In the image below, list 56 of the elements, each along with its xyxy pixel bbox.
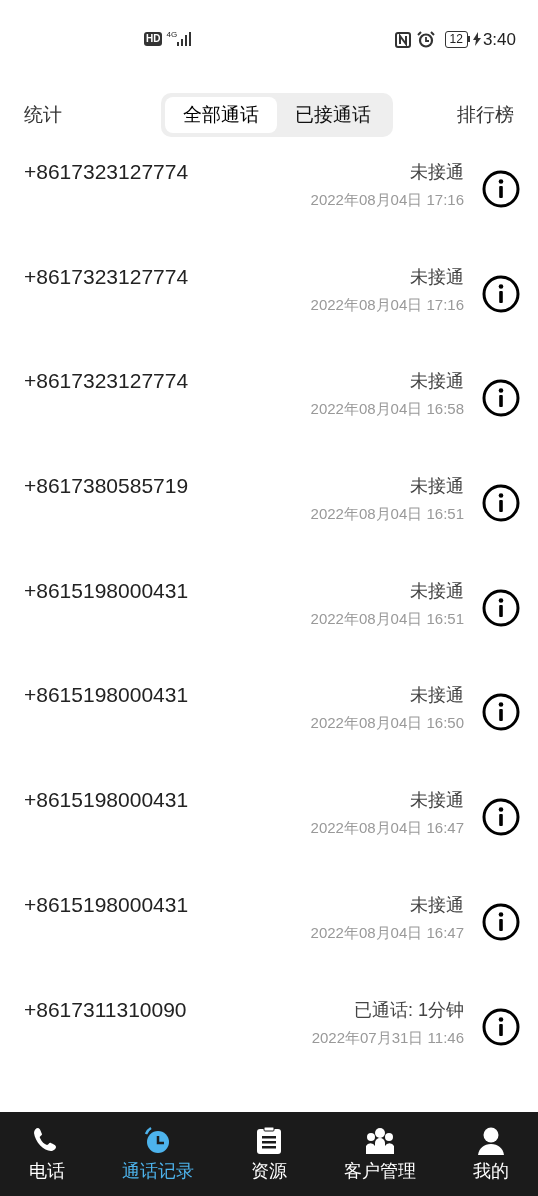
- call-time: 2022年08月04日 17:16: [310, 294, 464, 315]
- call-time: 2022年07月31日 11:46: [311, 1027, 464, 1048]
- phone-number: +8617323127774: [24, 368, 190, 395]
- segment-tab[interactable]: 已接通话: [276, 97, 389, 133]
- info-icon[interactable]: [482, 170, 520, 208]
- tab-bar-item[interactable]: 我的: [473, 1126, 510, 1182]
- person-icon: [476, 1126, 507, 1156]
- phone-number: +8617323127774: [24, 159, 190, 185]
- call-status: 未接通: [410, 579, 464, 603]
- phone-number: +8615198000431: [24, 787, 190, 814]
- tab-bar-item[interactable]: 资源: [250, 1126, 287, 1182]
- tab-bar-item[interactable]: 通话记录: [121, 1126, 194, 1182]
- call-status: 未接通: [410, 161, 464, 184]
- alarm-icon: [416, 31, 435, 48]
- nfc-icon: [394, 32, 411, 48]
- tab-bar-item[interactable]: 电话: [28, 1126, 65, 1182]
- call-status: 未接通: [410, 370, 464, 394]
- call-time: 2022年08月04日 16:51: [310, 504, 464, 525]
- call-time: 2022年08月04日 16:51: [310, 608, 464, 629]
- call-time: 2022年08月04日 17:16: [310, 190, 464, 210]
- signal-icon: [177, 32, 192, 46]
- info-icon[interactable]: [482, 379, 520, 418]
- phone-number: +8615198000431: [24, 577, 190, 604]
- hd-badge: HD: [144, 32, 163, 46]
- stats-link[interactable]: 统计: [24, 100, 62, 130]
- phone-number: +8617311310090: [24, 996, 188, 1023]
- ranking-link[interactable]: 排行榜: [457, 100, 514, 130]
- call-status: 未接通: [410, 893, 464, 917]
- battery-level: 12: [444, 31, 468, 48]
- call-status: 未接通: [410, 475, 464, 499]
- info-icon[interactable]: [482, 1007, 520, 1046]
- status-time: 3:40: [482, 30, 516, 50]
- phone-number: +8617380585719: [24, 473, 190, 500]
- phone-number: +8615198000431: [24, 682, 190, 709]
- info-icon[interactable]: [482, 588, 520, 627]
- call-status: 已通话: 1分钟: [354, 998, 464, 1022]
- call-time: 2022年08月04日 16:47: [310, 922, 464, 943]
- network-label: 4G: [166, 30, 178, 40]
- call-time: 2022年08月04日 16:47: [310, 818, 464, 839]
- tab-bar-item[interactable]: 客户管理: [344, 1126, 417, 1182]
- segment-tab[interactable]: 全部通话: [164, 97, 277, 133]
- phone-number: +8615198000431: [24, 891, 190, 918]
- info-icon[interactable]: [482, 693, 520, 732]
- phone-number: +8617323127774: [24, 263, 190, 290]
- info-icon[interactable]: [482, 484, 520, 523]
- info-icon[interactable]: [482, 902, 520, 941]
- info-icon[interactable]: [482, 274, 520, 313]
- call-time: 2022年08月04日 16:50: [310, 713, 464, 734]
- people-icon: [365, 1126, 396, 1156]
- call-time: 2022年08月04日 16:58: [310, 399, 464, 420]
- info-icon[interactable]: [482, 798, 520, 837]
- call-status: 未接通: [410, 789, 464, 813]
- battery-tip: [467, 36, 470, 42]
- bolt-icon: [472, 32, 481, 46]
- call-status: 未接通: [410, 684, 464, 708]
- call-status: 未接通: [410, 265, 464, 289]
